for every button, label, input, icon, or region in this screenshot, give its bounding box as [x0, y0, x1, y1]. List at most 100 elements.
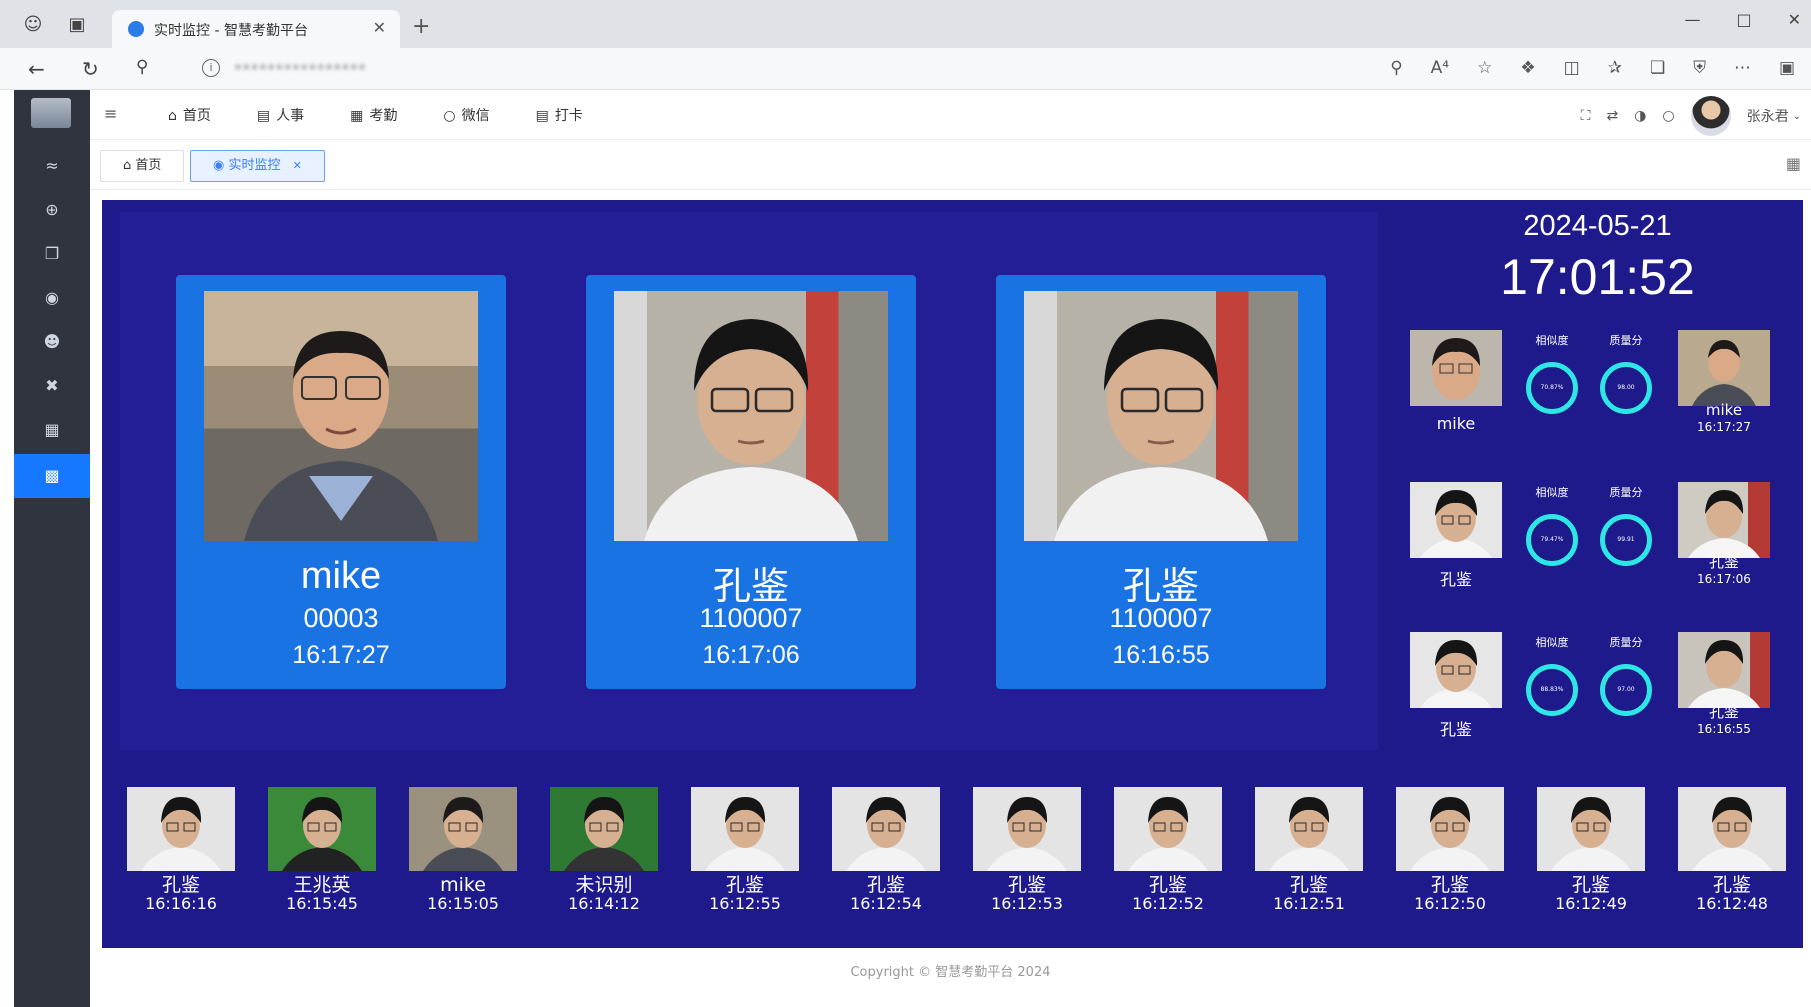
history-time: 16:12:51 — [1273, 894, 1345, 913]
theme-icon[interactable]: ◑ — [1634, 108, 1646, 124]
tag-monitor[interactable]: ◉ 实时监控 ✕ — [190, 150, 325, 182]
menu-item-wechat[interactable]: ○ 微信 — [443, 105, 489, 125]
window-close-icon[interactable]: ✕ — [1788, 10, 1801, 29]
history-item[interactable]: 孔鉴 16:12:52 — [1113, 787, 1223, 913]
back-icon[interactable]: ← — [28, 57, 45, 81]
chevron-down-icon[interactable]: ⌄ — [1793, 111, 1801, 122]
sidebar-item-wifi[interactable]: ≈ — [14, 144, 90, 188]
site-info-icon[interactable]: i — [202, 59, 220, 77]
comparison-row[interactable]: 孔鉴 相似度 质量分 79.47% 99.91 孔鉴 16:17:06 — [1410, 478, 1790, 606]
profile-icon[interactable]: ☺ — [22, 14, 44, 36]
registered-face — [1410, 632, 1502, 708]
comparison-row[interactable]: mike 相似度 质量分 70.87% 98.00 mike 16:17:27 — [1410, 326, 1790, 454]
punch-calendar-icon: ▤ — [535, 108, 549, 124]
user-avatar[interactable] — [1690, 96, 1731, 136]
card-name: 孔鉴 — [712, 566, 789, 608]
history-time: 16:12:48 — [1696, 894, 1768, 913]
favorites-icon[interactable]: ✰ — [1608, 58, 1622, 78]
new-tab-icon[interactable]: + — [412, 14, 430, 39]
recognition-card[interactable]: 孔鉴 1100007 16:16:55 — [996, 275, 1326, 689]
history-item[interactable]: 孔鉴 16:12:48 — [1677, 787, 1787, 913]
user-name[interactable]: 张永君 — [1747, 106, 1789, 126]
sidebar-item-user[interactable]: ☻ — [14, 320, 90, 364]
sidebar-item-image[interactable]: ▦ — [14, 408, 90, 452]
menu-item-home[interactable]: ⌂ 首页 — [168, 105, 211, 125]
url-input[interactable]: i •••••••••••••••• — [190, 54, 1310, 84]
captured-time: 16:17:06 — [1697, 572, 1751, 586]
tag-close-icon[interactable]: ✕ — [293, 159, 302, 172]
quality-gauge: 97.00 — [1600, 664, 1652, 716]
eye-icon: ◉ — [213, 158, 229, 173]
card-time: 16:17:06 — [702, 641, 800, 669]
registered-face — [1410, 330, 1502, 406]
header-right: ⛶ ⇄ ◑ ○ 张永君 ⌄ — [1581, 96, 1801, 136]
history-face — [127, 787, 235, 871]
collections-icon[interactable]: ❏ — [1650, 58, 1665, 78]
history-item[interactable]: mike 16:15:05 — [408, 787, 518, 913]
history-name: 孔鉴 — [1712, 874, 1751, 896]
quality-gauge: 99.91 — [1600, 514, 1652, 566]
app-header: ≡ ⌂ 首页 ▤ 人事 ▦ 考勤 ○ 微信 ▤ 打卡 ⛶ ⇄ ◑ ○ 张永君 ⌄ — [90, 90, 1811, 140]
history-item[interactable]: 孔鉴 16:12:51 — [1254, 787, 1364, 913]
search-icon[interactable]: ⚲ — [136, 57, 148, 77]
face-photo — [614, 291, 888, 541]
history-item[interactable]: 孔鉴 16:12:54 — [831, 787, 941, 913]
shield-icon[interactable]: ⛨ — [1693, 58, 1706, 78]
history-item[interactable]: 孔鉴 16:12:53 — [972, 787, 1082, 913]
menu-item-punch[interactable]: ▤ 打卡 — [536, 105, 583, 125]
history-item[interactable]: 王兆英 16:15:45 — [267, 787, 377, 913]
settings-circle-icon[interactable]: ○ — [1662, 108, 1674, 124]
grid-menu-icon[interactable]: ▦ — [1786, 154, 1801, 173]
sidebar-item-monitor[interactable]: ▩ — [14, 454, 90, 498]
captured-face — [1678, 330, 1770, 406]
sidebar-item-shuffle[interactable]: ✖ — [14, 364, 90, 408]
language-icon[interactable]: ⇄ — [1606, 108, 1618, 124]
maximize-icon[interactable]: □ — [1736, 10, 1751, 29]
read-aloud-icon[interactable]: A⁴ — [1431, 58, 1449, 78]
comparison-panel: 2024-05-21 17:01:52 mike 相似度 质量分 70.87% … — [1392, 200, 1803, 760]
fullscreen-icon[interactable]: ⛶ — [1581, 108, 1591, 124]
minimize-icon[interactable]: — — [1684, 10, 1700, 29]
card-code: 00003 — [303, 603, 379, 633]
menu-item-attendance[interactable]: ▦ 考勤 — [350, 105, 397, 125]
registered-name: 孔鉴 — [1439, 720, 1472, 739]
reload-icon[interactable]: ↻ — [82, 57, 99, 81]
history-name: 孔鉴 — [1571, 874, 1610, 896]
extensions-icon[interactable]: ❖ — [1520, 58, 1535, 78]
more-icon[interactable]: ⋯ — [1734, 58, 1751, 78]
sidebar-toggle-icon[interactable]: ▣ — [1779, 58, 1795, 78]
quality-label: 质量分 — [1609, 636, 1643, 649]
browser-toolbar: ⚲ A⁴ ☆ ❖ ◫ ✰ ❏ ⛨ ⋯ ▣ — [1390, 58, 1811, 78]
split-screen-icon[interactable]: ◫ — [1564, 58, 1580, 78]
history-item[interactable]: 孔鉴 16:16:16 — [126, 787, 236, 913]
history-name: 未识别 — [575, 874, 633, 896]
url-text: •••••••••••••••• — [234, 60, 367, 76]
comparison-row[interactable]: 孔鉴 相似度 质量分 88.83% 97.00 孔鉴 16:16:55 — [1410, 628, 1790, 756]
history-item[interactable]: 未识别 16:14:12 — [549, 787, 659, 913]
captured-face — [1678, 482, 1770, 558]
tag-home[interactable]: ⌂ 首页 — [100, 150, 185, 182]
browser-tab-active[interactable]: 实时监控 - 智慧考勤平台 ✕ — [112, 10, 400, 48]
history-face — [691, 787, 799, 871]
recognition-card[interactable]: mike 00003 16:17:27 — [176, 275, 506, 689]
recognition-card[interactable]: 孔鉴 1100007 16:17:06 — [586, 275, 916, 689]
tab-close-icon[interactable]: ✕ — [373, 18, 386, 37]
similarity-gauge: 88.83% — [1526, 664, 1578, 716]
face-photo — [1024, 291, 1298, 541]
wifi-icon: ≈ — [45, 156, 59, 175]
tab-actions-icon[interactable]: ▣ — [66, 14, 88, 36]
history-item[interactable]: 孔鉴 16:12:50 — [1395, 787, 1505, 913]
sidebar-item-copy[interactable]: ❐ — [14, 232, 90, 276]
find-icon[interactable]: ⚲ — [1390, 58, 1402, 78]
favorite-star-icon[interactable]: ☆ — [1477, 58, 1492, 78]
calendar-icon: ▦ — [350, 108, 364, 124]
history-time: 16:12:50 — [1414, 894, 1486, 913]
sidebar-item-add[interactable]: ⊕ — [14, 188, 90, 232]
history-face — [832, 787, 940, 871]
menu-item-personnel[interactable]: ▤ 人事 — [257, 105, 304, 125]
history-item[interactable]: 孔鉴 16:12:49 — [1536, 787, 1646, 913]
history-item[interactable]: 孔鉴 16:12:55 — [690, 787, 800, 913]
person-card-icon: ▤ — [256, 108, 271, 124]
menu-collapse-icon[interactable]: ≡ — [104, 104, 117, 123]
sidebar-item-view[interactable]: ◉ — [14, 276, 90, 320]
